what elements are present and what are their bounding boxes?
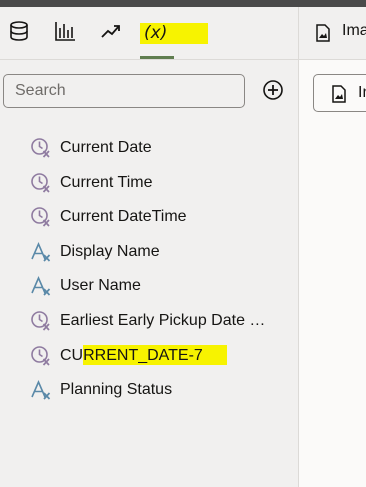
visualizations-icon <box>55 22 75 41</box>
list-item[interactable]: Current Time <box>30 166 292 200</box>
image-doc-icon <box>332 85 346 103</box>
list-item-label: Display Name <box>60 242 160 260</box>
list-item[interactable]: CURRENT_DATE-7 <box>30 339 292 373</box>
add-icon[interactable] <box>262 79 284 101</box>
clock-variable-icon <box>30 206 52 228</box>
canvas-tab[interactable]: Ima <box>299 7 366 60</box>
canvas-tab-label: Ima <box>342 22 366 39</box>
insert-image-label: In <box>358 84 366 101</box>
window-top-bar <box>0 0 366 7</box>
clock-variable-icon <box>30 172 52 194</box>
variables-tab-label: (x) <box>144 23 168 43</box>
clock-variable-icon <box>30 137 52 159</box>
clock-variable-icon <box>30 345 52 367</box>
variables-panel: (x) Current Date Current Time Current Date… <box>0 7 298 487</box>
trend-icon[interactable] <box>99 19 123 43</box>
text-variable-icon <box>30 379 52 401</box>
list-item-label: Current Date <box>60 139 152 156</box>
search-input[interactable] <box>4 75 240 107</box>
database-icon <box>10 21 28 41</box>
list-item[interactable]: Planning Status <box>30 373 292 407</box>
list-item[interactable]: Display Name <box>30 235 292 269</box>
list-item-label: Earliest Early Pickup Date … <box>60 312 266 329</box>
analytics-icon <box>101 25 120 38</box>
bar-chart-icon[interactable] <box>53 19 77 43</box>
image-doc-icon <box>316 24 330 42</box>
canvas-area: Ima In <box>299 7 366 487</box>
insert-image-button[interactable]: In <box>313 74 366 112</box>
variables-tab[interactable]: (x) <box>140 23 208 45</box>
list-item[interactable]: Current Date <box>30 131 292 165</box>
panel-tabs: (x) <box>0 7 298 60</box>
list-item[interactable]: Current DateTime <box>30 200 292 234</box>
list-item-label: CURRENT_DATE-7 <box>60 346 203 364</box>
text-variable-icon <box>30 275 52 297</box>
list-item-label: Current Time <box>60 173 153 191</box>
text-variable-icon <box>30 241 52 263</box>
search-box[interactable] <box>3 74 245 108</box>
clock-variable-icon <box>30 310 52 332</box>
list-item-label: User Name <box>60 277 141 295</box>
list-item-label: Current DateTime <box>60 208 187 226</box>
list-item-label: Planning Status <box>60 381 173 399</box>
list-item[interactable]: Earliest Early Pickup Date … <box>30 304 292 338</box>
data-source-icon[interactable] <box>7 19 31 43</box>
active-tab-indicator <box>140 56 174 59</box>
list-item[interactable]: User Name <box>30 269 292 303</box>
